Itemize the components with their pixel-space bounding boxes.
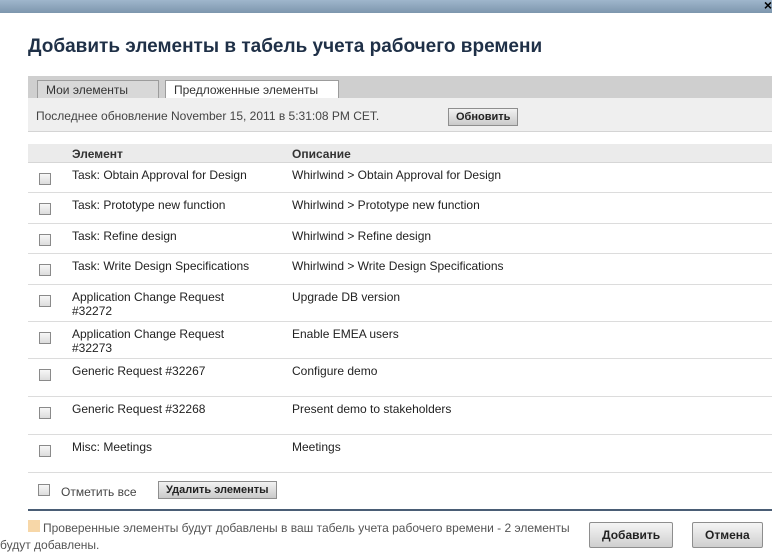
table-row: Task: Write Design Specifications Whirlw… <box>28 254 772 285</box>
bulk-actions: Отметить все Удалить элементы <box>28 478 772 502</box>
remove-items-button[interactable]: Удалить элементы <box>158 481 277 499</box>
table-row: Application Change Request #32273 Enable… <box>28 322 772 359</box>
tab-bar: Мои элементы Предложенные элементы <box>28 76 772 99</box>
column-header-description: Описание <box>292 147 351 161</box>
row-checkbox[interactable] <box>39 173 51 185</box>
row-description: Upgrade DB version <box>292 290 401 304</box>
table-header: Элемент Описание <box>28 144 772 163</box>
cancel-button[interactable]: Отмена <box>692 522 763 548</box>
check-all-label[interactable]: Отметить все <box>61 485 137 499</box>
row-checkbox[interactable] <box>39 332 51 344</box>
row-checkbox[interactable] <box>39 369 51 381</box>
table-row: Generic Request #32268 Present demo to s… <box>28 397 772 435</box>
row-description: Present demo to stakeholders <box>292 402 452 416</box>
row-checkbox[interactable] <box>39 407 51 419</box>
tab-my-items[interactable]: Мои элементы <box>37 80 159 98</box>
last-update-text: Последнее обновление November 15, 2011 в… <box>36 109 380 123</box>
row-item: Generic Request #32268 <box>72 402 206 416</box>
dialog-title: Добавить элементы в табель учета рабочег… <box>28 36 543 57</box>
table-row: Generic Request #32267 Configure demo <box>28 359 772 397</box>
row-item: Misc: Meetings <box>72 440 153 454</box>
row-checkbox[interactable] <box>39 203 51 215</box>
refresh-button[interactable]: Обновить <box>448 108 519 126</box>
last-update-bar: Последнее обновление November 15, 2011 в… <box>28 98 772 132</box>
row-item: Task: Obtain Approval for Design <box>72 168 247 182</box>
tab-suggested-items[interactable]: Предложенные элементы <box>165 80 339 99</box>
row-description: Enable EMEA users <box>292 327 399 341</box>
column-header-item: Элемент <box>72 147 123 161</box>
row-description: Meetings <box>292 440 341 454</box>
table-row: Task: Obtain Approval for Design Whirlwi… <box>28 163 772 193</box>
row-item: Task: Write Design Specifications <box>72 259 250 273</box>
check-all-checkbox[interactable] <box>38 484 50 496</box>
row-description: Whirlwind > Write Design Specifications <box>292 259 504 273</box>
row-checkbox[interactable] <box>39 234 51 246</box>
row-item: Task: Refine design <box>72 229 177 243</box>
row-item: Generic Request #32267 <box>72 364 206 378</box>
row-item: Task: Prototype new function <box>72 198 226 212</box>
footer-note: Проверенные элементы будут добавлены в в… <box>0 521 570 552</box>
footer-divider <box>28 509 772 511</box>
add-button[interactable]: Добавить <box>589 522 674 548</box>
table-row: Task: Refine design Whirlwind > Refine d… <box>28 224 772 254</box>
close-icon[interactable]: × <box>764 0 772 13</box>
row-checkbox[interactable] <box>39 445 51 457</box>
row-description: Whirlwind > Prototype new function <box>292 198 480 212</box>
table-row: Misc: Meetings Meetings <box>28 435 772 473</box>
window-titlebar: × <box>0 0 772 13</box>
row-description: Whirlwind > Refine design <box>292 229 432 243</box>
row-item: Application Change Request #32272 <box>72 290 225 318</box>
row-item: Application Change Request #32273 <box>72 327 225 355</box>
row-description: Configure demo <box>292 364 378 378</box>
row-checkbox[interactable] <box>39 295 51 307</box>
table-row: Application Change Request #32272 Upgrad… <box>28 285 772 322</box>
table-row: Task: Prototype new function Whirlwind >… <box>28 193 772 224</box>
row-checkbox[interactable] <box>39 264 51 276</box>
row-description: Whirlwind > Obtain Approval for Design <box>292 168 502 182</box>
